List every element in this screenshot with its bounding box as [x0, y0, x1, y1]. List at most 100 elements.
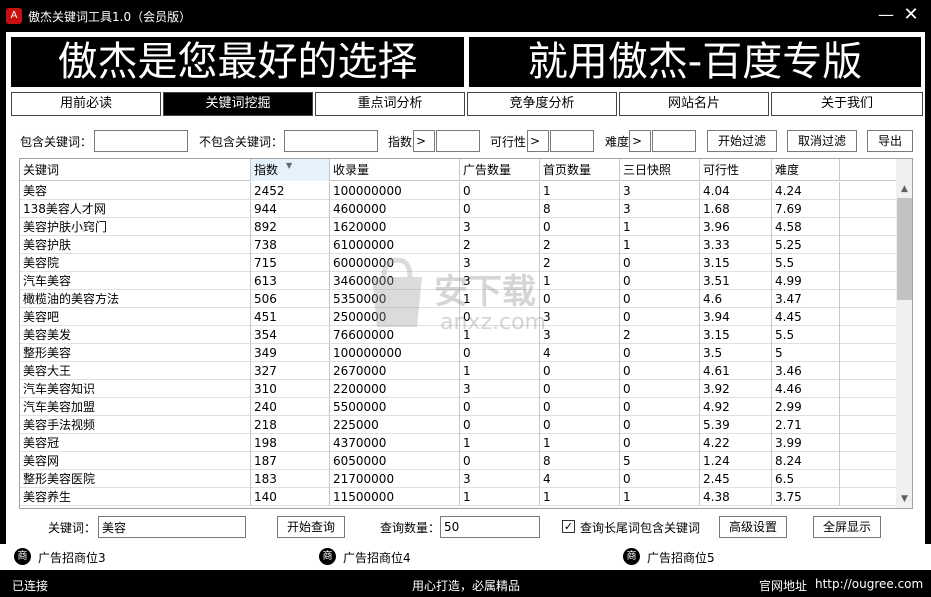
tab-readme[interactable]: 用前必读 — [11, 92, 161, 116]
table-cell: 0 — [460, 200, 540, 218]
table-cell: 0 — [460, 308, 540, 326]
ad-slot-5[interactable]: 广告招商位5 — [647, 549, 715, 566]
table-cell: 3.33 — [700, 236, 772, 254]
table-cell: 21700000 — [330, 470, 460, 488]
table-row[interactable]: 美容吧 451 2500000 0 3 0 3.94 4.45 — [20, 308, 896, 326]
table-cell: 1.24 — [700, 452, 772, 470]
website-link[interactable]: http://ougree.com — [815, 577, 923, 591]
table-cell: 3 — [460, 218, 540, 236]
banner-left: 傲杰是您最好的选择 — [11, 37, 464, 87]
table-cell: 0 — [620, 272, 700, 290]
scroll-up-icon[interactable]: ▲ — [896, 181, 912, 198]
close-button[interactable]: ✕ — [893, 4, 929, 28]
difficulty-value-input[interactable] — [652, 130, 696, 152]
table-cell: 美容大王 — [20, 362, 251, 380]
app-logo-icon: A — [6, 8, 22, 24]
scroll-down-icon[interactable]: ▼ — [896, 491, 912, 508]
table-cell: 3.15 — [700, 326, 772, 344]
table-row[interactable]: 美容院 715 60000000 3 2 0 3.15 5.5 — [20, 254, 896, 272]
table-cell: 4600000 — [330, 200, 460, 218]
vertical-scrollbar[interactable]: ▲ ▼ — [896, 159, 912, 508]
table-cell: 3 — [460, 254, 540, 272]
table-row[interactable]: 汽车美容知识 310 2200000 3 0 0 3.92 4.46 — [20, 380, 896, 398]
table-cell: 0 — [460, 398, 540, 416]
table-cell: 183 — [251, 470, 330, 488]
table-row[interactable]: 美容网 187 6050000 0 8 5 1.24 8.24 — [20, 452, 896, 470]
table-row[interactable]: 整形美容医院 183 21700000 3 4 0 2.45 6.5 — [20, 470, 896, 488]
column-header[interactable]: 首页数量 — [540, 159, 620, 181]
table-cell: 34600000 — [330, 272, 460, 290]
index-operator-select[interactable]: > — [413, 130, 435, 152]
table-cell: 2670000 — [330, 362, 460, 380]
table-row[interactable]: 美容手法视频 218 225000 0 0 0 5.39 2.71 — [20, 416, 896, 434]
title-bar: A 傲杰关键词工具1.0（会员版） — ✕ — [0, 0, 931, 32]
exclude-keyword-input[interactable] — [284, 130, 378, 152]
start-query-button[interactable]: 开始查询 — [277, 516, 345, 538]
table-cell: 美容护肤 — [20, 236, 251, 254]
table-cell: 0 — [540, 362, 620, 380]
tab-key-word-analysis[interactable]: 重点词分析 — [315, 92, 465, 116]
query-bar: 关键词： 开始查询 查询数量： ✓ 查询长尾词包含关键词 高级设置 全屏显示 — [6, 514, 925, 540]
table-cell: 354 — [251, 326, 330, 344]
ad-slot-4[interactable]: 广告招商位4 — [343, 549, 411, 566]
table-cell: 4.24 — [772, 182, 840, 200]
table-row[interactable]: 美容 2452 100000000 0 1 3 4.04 4.24 — [20, 182, 896, 200]
query-count-label: 查询数量： — [380, 521, 441, 535]
table-cell: 8 — [540, 200, 620, 218]
column-header[interactable]: 指数 ▼ — [251, 159, 330, 181]
table-row[interactable]: 汽车美容 613 34600000 3 1 0 3.51 4.99 — [20, 272, 896, 290]
scroll-thumb[interactable] — [897, 198, 912, 300]
table-cell: 187 — [251, 452, 330, 470]
ad-slot-3[interactable]: 广告招商位3 — [38, 549, 106, 566]
table-cell: 218 — [251, 416, 330, 434]
column-header[interactable]: 关键词 — [20, 159, 251, 181]
filter-bar: 包含关键词： 不包含关键词： 指数 > 可行性 > 难度 > 开始过滤 取消过滤… — [6, 128, 925, 154]
column-header[interactable]: 三日快照 — [620, 159, 700, 181]
difficulty-operator-select[interactable]: > — [629, 130, 651, 152]
feasibility-value-input[interactable] — [550, 130, 594, 152]
tab-competition-analysis[interactable]: 竞争度分析 — [467, 92, 617, 116]
table-cell: 3 — [620, 182, 700, 200]
difficulty-label: 难度 — [605, 135, 630, 149]
index-value-input[interactable] — [436, 130, 480, 152]
include-keyword-input[interactable] — [94, 130, 188, 152]
table-row[interactable]: 美容冠 198 4370000 1 1 0 4.22 3.99 — [20, 434, 896, 452]
table-cell: 60000000 — [330, 254, 460, 272]
table-cell: 4.04 — [700, 182, 772, 200]
export-button[interactable]: 导出 — [867, 130, 913, 152]
table-cell: 0 — [620, 416, 700, 434]
tab-about-us[interactable]: 关于我们 — [771, 92, 923, 116]
table-row[interactable]: 美容护肤 738 61000000 2 2 1 3.33 5.25 — [20, 236, 896, 254]
column-header[interactable]: 难度 — [772, 159, 840, 181]
apply-filter-button[interactable]: 开始过滤 — [707, 130, 777, 152]
tab-keyword-mining[interactable]: 关键词挖掘 — [163, 92, 313, 116]
table-cell: 3 — [540, 326, 620, 344]
keyword-input[interactable] — [98, 516, 246, 538]
query-count-input[interactable] — [440, 516, 540, 538]
column-header[interactable]: 可行性 — [700, 159, 772, 181]
table-row[interactable]: 美容养生 140 11500000 1 1 1 4.38 3.75 — [20, 488, 896, 506]
longtail-checkbox[interactable]: ✓ — [562, 520, 575, 533]
table-row[interactable]: 美容大王 327 2670000 1 0 0 4.61 3.46 — [20, 362, 896, 380]
table-cell: 349 — [251, 344, 330, 362]
table-row[interactable]: 整形美容 349 100000000 0 4 0 3.5 5 — [20, 344, 896, 362]
table-cell: 100000000 — [330, 182, 460, 200]
tab-site-card[interactable]: 网站名片 — [619, 92, 769, 116]
table-row[interactable]: 美容美发 354 76600000 1 3 2 3.15 5.5 — [20, 326, 896, 344]
table-cell: 3.46 — [772, 362, 840, 380]
table-cell: 5350000 — [330, 290, 460, 308]
column-header[interactable]: 广告数量 — [460, 159, 540, 181]
table-row[interactable]: 橄榄油的美容方法 506 5350000 1 0 0 4.6 3.47 — [20, 290, 896, 308]
table-row[interactable]: 138美容人才网 944 4600000 0 8 3 1.68 7.69 — [20, 200, 896, 218]
advanced-settings-button[interactable]: 高级设置 — [719, 516, 787, 538]
column-header[interactable]: 收录量 — [330, 159, 460, 181]
fullscreen-button[interactable]: 全屏显示 — [813, 516, 881, 538]
cancel-filter-button[interactable]: 取消过滤 — [787, 130, 857, 152]
table-row[interactable]: 汽车美容加盟 240 5500000 0 0 0 4.92 2.99 — [20, 398, 896, 416]
feasibility-label: 可行性 — [490, 135, 527, 149]
feasibility-operator-select[interactable]: > — [527, 130, 549, 152]
table-row[interactable]: 美容护肤小窍门 892 1620000 3 0 1 3.96 4.58 — [20, 218, 896, 236]
table-cell: 3.99 — [772, 434, 840, 452]
table-cell: 3.47 — [772, 290, 840, 308]
table-cell: 0 — [460, 452, 540, 470]
